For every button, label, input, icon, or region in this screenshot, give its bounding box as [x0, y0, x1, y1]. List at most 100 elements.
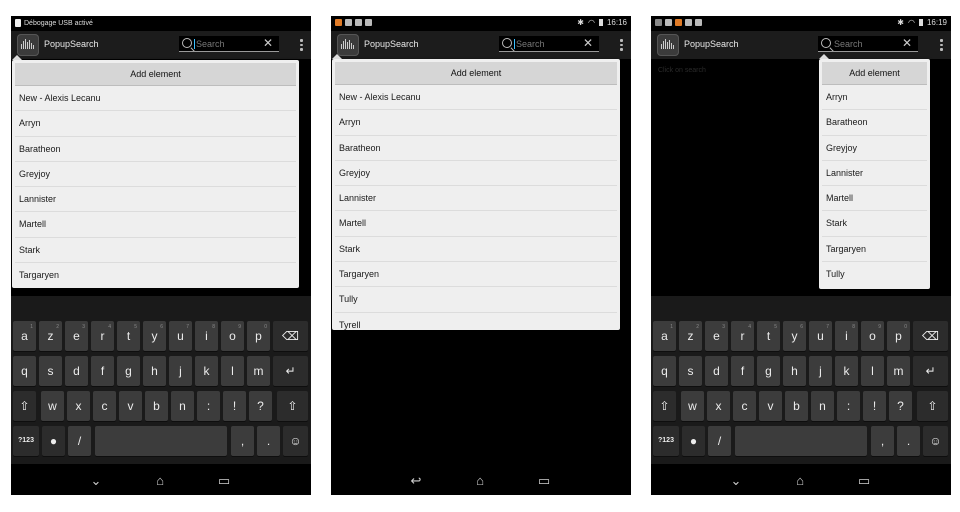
home-icon[interactable]: ⌂ [792, 474, 808, 488]
search-input[interactable]: Search ✕ [179, 36, 279, 52]
key-h[interactable]: h [143, 356, 166, 386]
list-item[interactable]: New - Alexis Lecanu [15, 86, 296, 112]
list-item[interactable]: Baratheon [335, 136, 617, 161]
key-f[interactable]: f [731, 356, 754, 386]
key-k[interactable]: k [835, 356, 858, 386]
list-item[interactable]: Stark [335, 237, 617, 263]
key-question[interactable]: ? [889, 391, 912, 421]
key-question[interactable]: ? [249, 391, 272, 421]
key-u[interactable]: u7 [809, 321, 832, 351]
list-item[interactable]: Tully [335, 287, 617, 313]
key-l[interactable]: l [221, 356, 244, 386]
recents-icon[interactable]: ▭ [856, 474, 872, 488]
key-period[interactable]: . [897, 426, 920, 456]
key-comma[interactable]: , [871, 426, 894, 456]
shift-icon[interactable]: ⇧ [653, 391, 676, 421]
list-item[interactable]: Targaryen [15, 263, 296, 287]
key-e[interactable]: e3 [705, 321, 728, 351]
key-exclamation[interactable]: ! [863, 391, 886, 421]
microphone-icon[interactable]: ● [42, 426, 65, 456]
key-s[interactable]: s [39, 356, 62, 386]
key-q[interactable]: q [653, 356, 676, 386]
key-s[interactable]: s [679, 356, 702, 386]
key-o[interactable]: o9 [861, 321, 884, 351]
close-icon[interactable]: ✕ [583, 37, 593, 50]
add-element-button[interactable]: Add element [15, 63, 296, 86]
key-j[interactable]: j [169, 356, 192, 386]
overflow-menu-icon[interactable] [300, 39, 303, 53]
list-item[interactable]: Arryn [822, 85, 927, 111]
key-m[interactable]: m [887, 356, 910, 386]
list-item[interactable]: Lannister [822, 161, 927, 187]
list-item[interactable]: Stark [822, 211, 927, 237]
key-d[interactable]: d [65, 356, 88, 386]
list-item[interactable]: Targaryen [822, 237, 927, 263]
list-item[interactable]: Martell [822, 186, 927, 212]
key-x[interactable]: x [67, 391, 90, 421]
close-icon[interactable]: ✕ [902, 37, 912, 50]
key-i[interactable]: i8 [195, 321, 218, 351]
enter-icon[interactable]: ↵ [913, 356, 948, 386]
backspace-icon[interactable]: ⌫ [273, 321, 308, 351]
emoji-icon[interactable]: ☺ [283, 426, 308, 456]
enter-icon[interactable]: ↵ [273, 356, 308, 386]
key-z[interactable]: z2 [39, 321, 62, 351]
key-m[interactable]: m [247, 356, 270, 386]
key-w[interactable]: w [41, 391, 64, 421]
back-icon[interactable]: ⌄ [88, 474, 104, 488]
key-y[interactable]: y6 [143, 321, 166, 351]
list-item[interactable]: New - Alexis Lecanu [335, 85, 617, 111]
key-p[interactable]: p0 [247, 321, 270, 351]
key-l[interactable]: l [861, 356, 884, 386]
close-icon[interactable]: ✕ [263, 37, 273, 50]
shift-icon[interactable]: ⇧ [13, 391, 36, 421]
backspace-icon[interactable]: ⌫ [913, 321, 948, 351]
search-input[interactable]: Search ✕ [499, 36, 599, 52]
list-item[interactable]: Baratheon [822, 110, 927, 136]
list-item[interactable]: Arryn [335, 110, 617, 136]
symbols-key[interactable]: ?123 [13, 426, 39, 456]
key-x[interactable]: x [707, 391, 730, 421]
list-item[interactable]: Targaryen [335, 262, 617, 288]
key-d[interactable]: d [705, 356, 728, 386]
list-item[interactable]: Arryn [15, 111, 296, 137]
key-v[interactable]: v [119, 391, 142, 421]
space-key[interactable] [735, 426, 867, 456]
key-k[interactable]: k [195, 356, 218, 386]
search-input[interactable]: Search ✕ [818, 36, 918, 52]
key-y[interactable]: y6 [783, 321, 806, 351]
key-comma[interactable]: , [231, 426, 254, 456]
key-n[interactable]: n [171, 391, 194, 421]
key-q[interactable]: q [13, 356, 36, 386]
key-h[interactable]: h [783, 356, 806, 386]
key-t[interactable]: t5 [117, 321, 140, 351]
key-r[interactable]: r4 [91, 321, 114, 351]
back-icon[interactable]: ⌄ [728, 474, 744, 488]
key-slash[interactable]: / [708, 426, 731, 456]
key-colon[interactable]: : [837, 391, 860, 421]
key-c[interactable]: c [93, 391, 116, 421]
symbols-key[interactable]: ?123 [653, 426, 679, 456]
key-p[interactable]: p0 [887, 321, 910, 351]
list-item[interactable]: Greyjoy [15, 162, 296, 188]
list-item[interactable]: Stark [15, 238, 296, 264]
key-a[interactable]: a1 [653, 321, 676, 351]
key-a[interactable]: a1 [13, 321, 36, 351]
list-item[interactable]: Tully [822, 262, 927, 286]
key-r[interactable]: r4 [731, 321, 754, 351]
emoji-icon[interactable]: ☺ [923, 426, 948, 456]
list-item[interactable]: Greyjoy [822, 136, 927, 161]
list-item[interactable]: Martell [335, 211, 617, 237]
key-c[interactable]: c [733, 391, 756, 421]
home-icon[interactable]: ⌂ [152, 474, 168, 488]
key-e[interactable]: e3 [65, 321, 88, 351]
key-j[interactable]: j [809, 356, 832, 386]
shift-icon[interactable]: ⇧ [277, 391, 308, 421]
overflow-menu-icon[interactable] [940, 39, 943, 53]
microphone-icon[interactable]: ● [682, 426, 705, 456]
list-item[interactable]: Lannister [15, 187, 296, 213]
key-exclamation[interactable]: ! [223, 391, 246, 421]
add-element-button[interactable]: Add element [335, 62, 617, 85]
key-g[interactable]: g [757, 356, 780, 386]
key-b[interactable]: b [145, 391, 168, 421]
